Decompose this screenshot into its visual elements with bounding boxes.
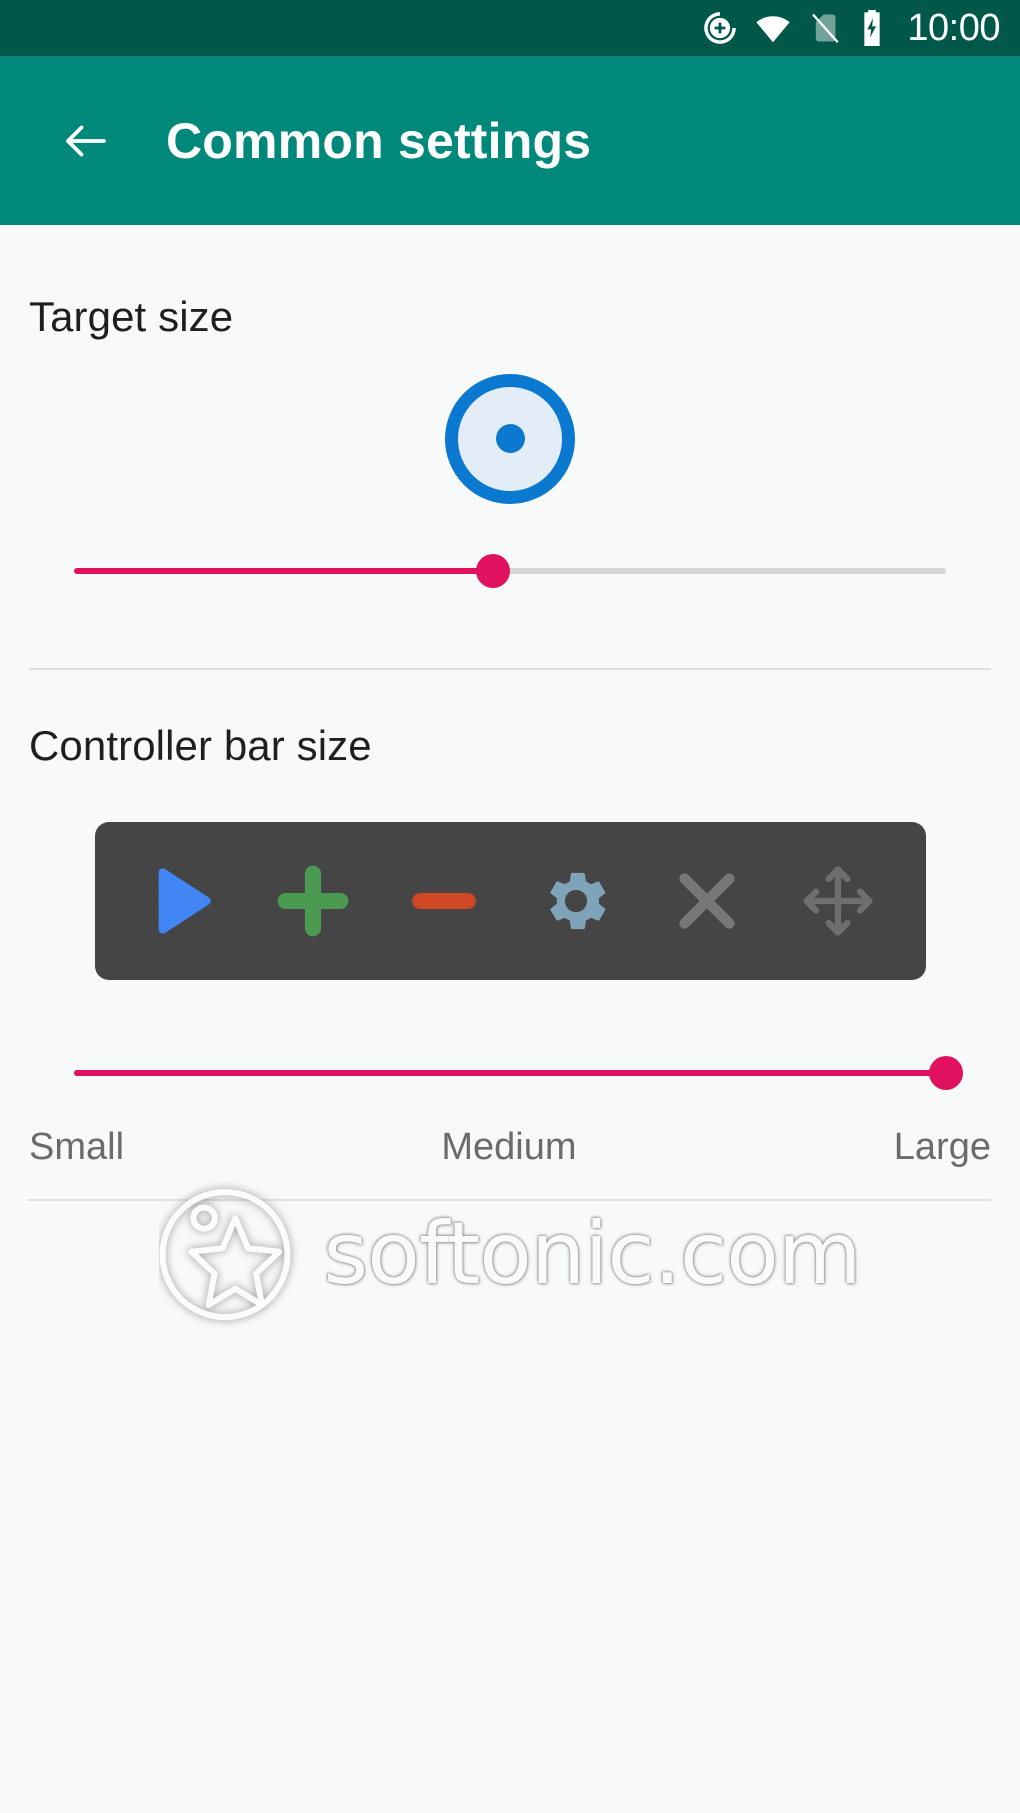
target-circle-icon [445,373,575,504]
controller-bar-size-slider-fill [74,1070,946,1076]
controller-bar [94,822,926,980]
controller-bar-size-slider[interactable] [74,1038,963,1108]
move-icon[interactable] [783,846,893,956]
target-size-title: Target size [29,293,234,340]
scale-label-small: Small [29,1126,125,1168]
controller-bar-scale-labels: Small Medium Large [29,1126,991,1169]
controller-bar-preview [0,822,1020,980]
minus-icon[interactable] [389,846,499,956]
no-sim-icon [807,9,843,47]
back-arrow-icon [66,125,106,156]
status-clock: 10:00 [907,7,1000,49]
controller-bar-size-title: Controller bar size [29,722,372,769]
app-bar: Common settings [0,56,1020,225]
back-button[interactable] [36,91,136,191]
close-icon[interactable] [652,846,762,956]
target-size-slider[interactable] [74,536,946,606]
scale-label-large: Large [893,1126,991,1168]
gear-icon[interactable] [521,846,631,956]
battery-charging-icon [857,8,887,48]
controller-bar-size-slider-thumb[interactable] [929,1056,963,1090]
scale-label-medium: Medium [441,1126,577,1168]
plus-icon[interactable] [258,846,368,956]
phone-screen: 10:00 Common settings Target size Contro… [0,0,1020,1813]
target-size-slider-fill [74,568,493,574]
settings-content: Target size Controller bar size Small Me… [0,225,1020,1813]
section-divider-2 [29,1199,991,1201]
target-center-dot [495,424,525,453]
status-bar: 10:00 [0,0,1020,56]
target-size-slider-thumb[interactable] [475,554,510,588]
wifi-icon [753,9,793,47]
page-title: Common settings [166,112,592,169]
play-icon[interactable] [127,846,237,956]
target-size-preview [0,341,1020,536]
data-saver-plus-icon [701,9,739,47]
